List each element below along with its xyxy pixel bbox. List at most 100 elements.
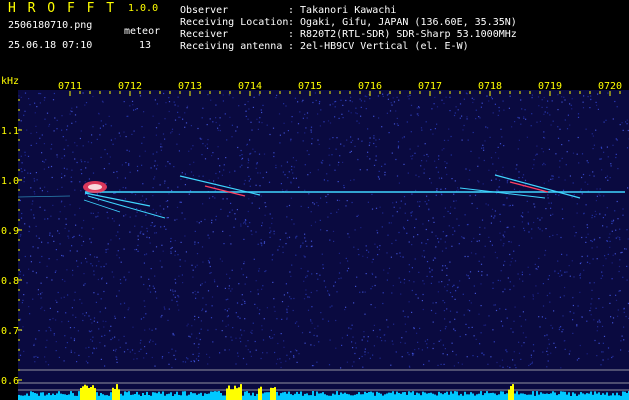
noise-dot: [191, 325, 193, 327]
noise-dot: [227, 298, 229, 300]
noise-dot: [578, 162, 580, 164]
noise-dot: [603, 151, 605, 153]
time-tick-label: 0712: [118, 81, 142, 92]
noise-dot: [527, 211, 529, 213]
noise-dot: [391, 340, 393, 342]
noise-dot: [146, 230, 148, 232]
noise-dot: [35, 172, 37, 174]
noise-dot: [393, 123, 396, 125]
noise-dot: [269, 133, 271, 136]
noise-dot: [564, 271, 566, 273]
noise-dot: [70, 110, 72, 112]
noise-dot: [85, 312, 87, 314]
noise-dot: [537, 217, 539, 219]
noise-dot: [546, 366, 548, 368]
noise-dot: [258, 270, 260, 272]
noise-dot: [571, 108, 573, 110]
noise-dot: [410, 212, 412, 214]
noise-dot: [103, 265, 105, 268]
noise-dot: [442, 344, 444, 346]
noise-dot: [423, 363, 425, 366]
noise-dot: [626, 119, 628, 121]
noise-dot: [337, 164, 339, 166]
level-peak-bar: [260, 386, 262, 400]
noise-dot: [92, 172, 95, 174]
level-bar: [502, 391, 504, 400]
noise-dot: [450, 206, 452, 208]
noise-dot: [566, 271, 568, 273]
noise-dot: [435, 312, 437, 314]
level-bar: [566, 394, 568, 400]
noise-dot: [154, 291, 157, 293]
noise-dot: [591, 298, 593, 300]
noise-dot: [390, 222, 392, 224]
noise-dot: [97, 199, 100, 201]
noise-dot: [488, 100, 490, 102]
noise-dot: [423, 168, 425, 170]
noise-dot: [398, 182, 400, 184]
noise-dot: [136, 358, 138, 360]
noise-dot: [123, 302, 126, 304]
level-bar: [370, 391, 372, 400]
level-bar: [488, 393, 490, 400]
frequency-tick-label: 0.7: [1, 326, 19, 337]
noise-dot: [509, 366, 511, 369]
noise-dot: [172, 332, 174, 335]
noise-dot: [549, 236, 551, 238]
noise-dot: [213, 180, 215, 182]
noise-dot: [155, 343, 157, 345]
noise-dot: [40, 293, 42, 295]
noise-dot: [595, 307, 597, 309]
frequency-tick-label: 0.9: [1, 226, 19, 237]
noise-dot: [399, 207, 401, 209]
noise-dot: [56, 259, 58, 261]
noise-dot: [497, 190, 500, 192]
noise-dot: [246, 144, 248, 146]
noise-dot: [625, 315, 627, 318]
level-bar: [190, 392, 192, 400]
noise-dot: [461, 115, 463, 117]
noise-dot: [364, 348, 366, 350]
noise-dot: [131, 349, 134, 351]
noise-dot: [223, 243, 225, 245]
level-bar: [530, 394, 532, 400]
noise-dot: [306, 150, 308, 152]
level-bar: [136, 391, 138, 400]
noise-dot: [300, 205, 302, 207]
noise-dot: [237, 316, 239, 318]
level-bar: [552, 391, 554, 400]
noise-dot: [477, 270, 480, 272]
noise-dot: [219, 124, 221, 126]
noise-dot: [505, 349, 507, 351]
noise-dot: [50, 215, 52, 217]
noise-dot: [33, 356, 35, 358]
noise-dot: [589, 174, 591, 176]
noise-dot: [168, 352, 170, 354]
noise-dot: [480, 283, 482, 285]
noise-dot: [410, 131, 412, 133]
noise-dot: [149, 242, 151, 244]
noise-dot: [271, 217, 273, 219]
noise-dot: [116, 295, 118, 297]
noise-dot: [249, 185, 251, 187]
noise-dot: [29, 172, 32, 174]
noise-dot: [258, 153, 261, 155]
noise-dot: [521, 274, 523, 276]
noise-dot: [600, 158, 602, 160]
noise-dot: [529, 363, 531, 365]
noise-dot: [455, 290, 457, 292]
level-bar: [42, 392, 44, 400]
noise-dot: [443, 310, 445, 312]
noise-dot: [137, 250, 139, 252]
noise-dot: [174, 119, 177, 121]
noise-dot: [179, 265, 181, 267]
noise-dot: [446, 354, 448, 356]
noise-dot: [71, 110, 73, 113]
noise-dot: [506, 317, 508, 319]
noise-dot: [134, 249, 136, 251]
noise-dot: [576, 325, 578, 327]
noise-dot: [381, 126, 383, 128]
noise-dot: [239, 317, 241, 319]
noise-dot: [376, 336, 378, 338]
noise-dot: [352, 347, 354, 349]
